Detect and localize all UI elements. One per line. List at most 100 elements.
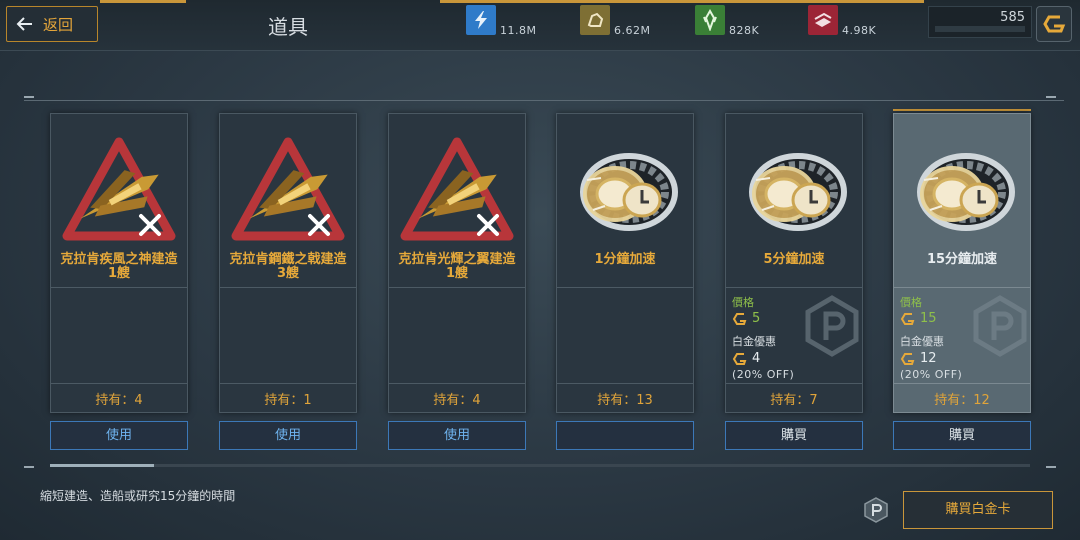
gold-coin-icon <box>732 312 747 325</box>
ship-art <box>62 137 176 241</box>
divider <box>220 287 356 288</box>
price-value: 5 <box>752 311 761 326</box>
resource-energy[interactable]: 11.8M <box>466 3 537 37</box>
speedup-art <box>749 153 847 231</box>
arrow-left-icon <box>16 17 32 31</box>
gold-value: 585 <box>1000 10 1025 25</box>
item-card[interactable]: 15分鐘加速 價格 15 白金優惠 12 (20% OFF) 持有：12 <box>893 113 1031 413</box>
use-button[interactable] <box>556 421 694 450</box>
use-button[interactable]: 使用 <box>388 421 526 450</box>
item-name: 15分鐘加速 <box>926 252 998 267</box>
panel-corner <box>1046 96 1056 98</box>
resource-alloy[interactable]: 4.98K <box>808 3 877 37</box>
held-count: 持有：4 <box>433 393 481 408</box>
gold-balance: 585 <box>928 6 1032 38</box>
price-row: 15 <box>900 311 937 326</box>
resource-value: 11.8M <box>500 24 537 37</box>
panel-border <box>24 100 1064 101</box>
item-card[interactable]: 5分鐘加速 價格 5 白金優惠 4 (20% OFF) 持有：7 <box>725 113 863 413</box>
platinum-price-row: 4 <box>732 351 760 366</box>
top-bar <box>0 0 1080 51</box>
back-button[interactable]: 返回 <box>6 6 98 42</box>
platinum-discount-label: 白金優惠 <box>732 335 776 348</box>
price-row: 5 <box>732 311 760 326</box>
close-x-icon <box>139 214 161 236</box>
speedup-art <box>580 153 678 231</box>
item-card[interactable]: 1分鐘加速持有：13 <box>556 113 694 413</box>
item-card[interactable]: 克拉肯光輝之翼建造 1艘持有：4 <box>388 113 526 413</box>
gold-coin-icon <box>900 312 915 325</box>
resource-value: 6.62M <box>614 24 651 37</box>
buy-platinum-card-button[interactable]: 購買白金卡 <box>903 491 1053 529</box>
divider <box>389 383 525 384</box>
platinum-watermark <box>968 294 1032 358</box>
price-label: 價格 <box>732 296 754 309</box>
gold-coin-icon <box>900 352 915 365</box>
item-name: 克拉肯鋼鐵之戟建造 3艘 <box>229 252 347 281</box>
divider <box>726 383 862 384</box>
divider <box>894 287 1030 288</box>
discount-label: (20% OFF) <box>900 368 963 381</box>
gold-bar <box>935 26 1025 32</box>
price-label: 價格 <box>900 296 922 309</box>
use-button[interactable]: 使用 <box>50 421 188 450</box>
ship-art <box>231 137 345 241</box>
divider <box>726 287 862 288</box>
item-name: 克拉肯疾風之神建造 1艘 <box>60 252 178 281</box>
crystal-icon <box>695 5 725 35</box>
buy-button[interactable]: 購買 <box>893 421 1031 450</box>
item-name: 5分鐘加速 <box>763 252 825 267</box>
platinum-watermark-icon <box>805 295 859 357</box>
held-count: 持有：13 <box>597 393 653 408</box>
item-name: 1分鐘加速 <box>594 252 656 267</box>
platinum-watermark <box>800 294 864 358</box>
platinum-price-value: 4 <box>752 351 761 366</box>
top-accent <box>100 0 186 3</box>
divider <box>894 383 1030 384</box>
scrollbar-track[interactable] <box>50 464 1030 467</box>
panel-corner <box>24 96 34 98</box>
resource-value: 828K <box>729 24 760 37</box>
platinum-price-row: 12 <box>900 351 937 366</box>
item-name: 克拉肯光輝之翼建造 1艘 <box>398 252 516 281</box>
energy-icon <box>466 5 496 35</box>
divider <box>557 383 693 384</box>
held-count: 持有：4 <box>95 393 143 408</box>
selected-accent <box>893 109 1031 111</box>
resource-crystal[interactable]: 828K <box>695 3 760 37</box>
page-title: 道具 <box>268 15 308 39</box>
platinum-card-icon <box>864 497 888 523</box>
resource-value: 4.98K <box>842 24 877 37</box>
buy-button[interactable]: 購買 <box>725 421 863 450</box>
scrollbar-thumb[interactable] <box>50 464 154 467</box>
ship-art <box>400 137 514 241</box>
platinum-discount-label: 白金優惠 <box>900 335 944 348</box>
platinum-watermark-icon <box>973 295 1027 357</box>
price-value: 15 <box>920 311 937 326</box>
divider <box>557 287 693 288</box>
held-count: 持有：12 <box>934 393 990 408</box>
divider <box>220 383 356 384</box>
item-card[interactable]: 克拉肯鋼鐵之戟建造 3艘持有：1 <box>219 113 357 413</box>
use-button[interactable]: 使用 <box>219 421 357 450</box>
close-x-icon <box>477 214 499 236</box>
gold-coin-icon <box>1043 15 1066 33</box>
item-art <box>51 114 187 254</box>
platinum-price-value: 12 <box>920 351 937 366</box>
panel-corner <box>24 466 34 468</box>
gold-coin-icon <box>732 352 747 365</box>
divider <box>51 383 187 384</box>
item-art <box>220 114 356 254</box>
item-card[interactable]: 克拉肯疾風之神建造 1艘持有：4 <box>50 113 188 413</box>
held-count: 持有：1 <box>264 393 312 408</box>
alloy-icon <box>808 5 838 35</box>
held-count: 持有：7 <box>770 393 818 408</box>
discount-label: (20% OFF) <box>732 368 795 381</box>
resource-ore[interactable]: 6.62M <box>580 3 651 37</box>
ore-icon <box>580 5 610 35</box>
back-label: 返回 <box>43 15 74 34</box>
item-art <box>557 114 693 254</box>
gold-coin-button[interactable] <box>1036 6 1072 42</box>
divider <box>51 287 187 288</box>
item-art <box>726 114 862 254</box>
